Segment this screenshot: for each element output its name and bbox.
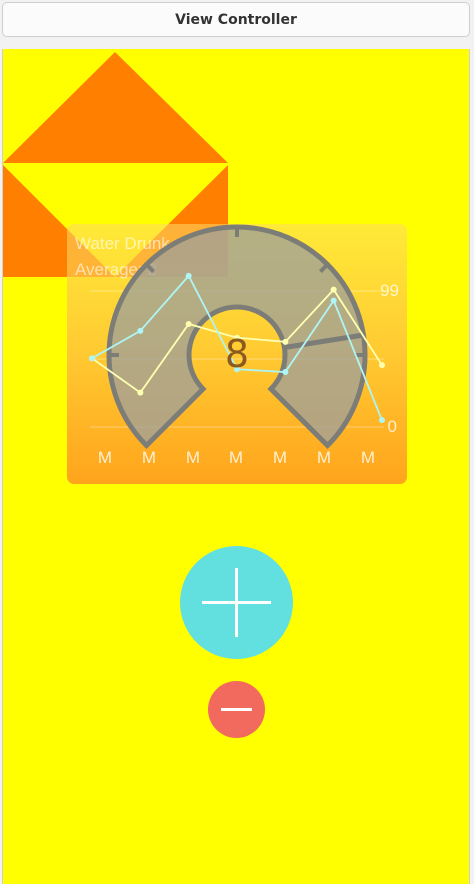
data-point xyxy=(330,286,337,293)
data-point xyxy=(137,389,144,396)
data-point xyxy=(330,297,337,304)
data-point xyxy=(379,362,385,369)
data-point xyxy=(282,369,289,376)
data-point xyxy=(185,272,192,279)
data-point xyxy=(379,417,385,424)
data-point xyxy=(137,327,144,334)
data-point xyxy=(282,338,289,345)
gauge-value: 8 xyxy=(224,332,250,376)
add-button[interactable] xyxy=(180,546,293,659)
data-point xyxy=(185,320,192,327)
minus-icon xyxy=(221,708,252,711)
data-point xyxy=(89,355,95,362)
gauge-and-line-chart xyxy=(89,224,385,450)
plus-icon-vertical xyxy=(235,568,238,637)
remove-button[interactable] xyxy=(208,681,265,738)
